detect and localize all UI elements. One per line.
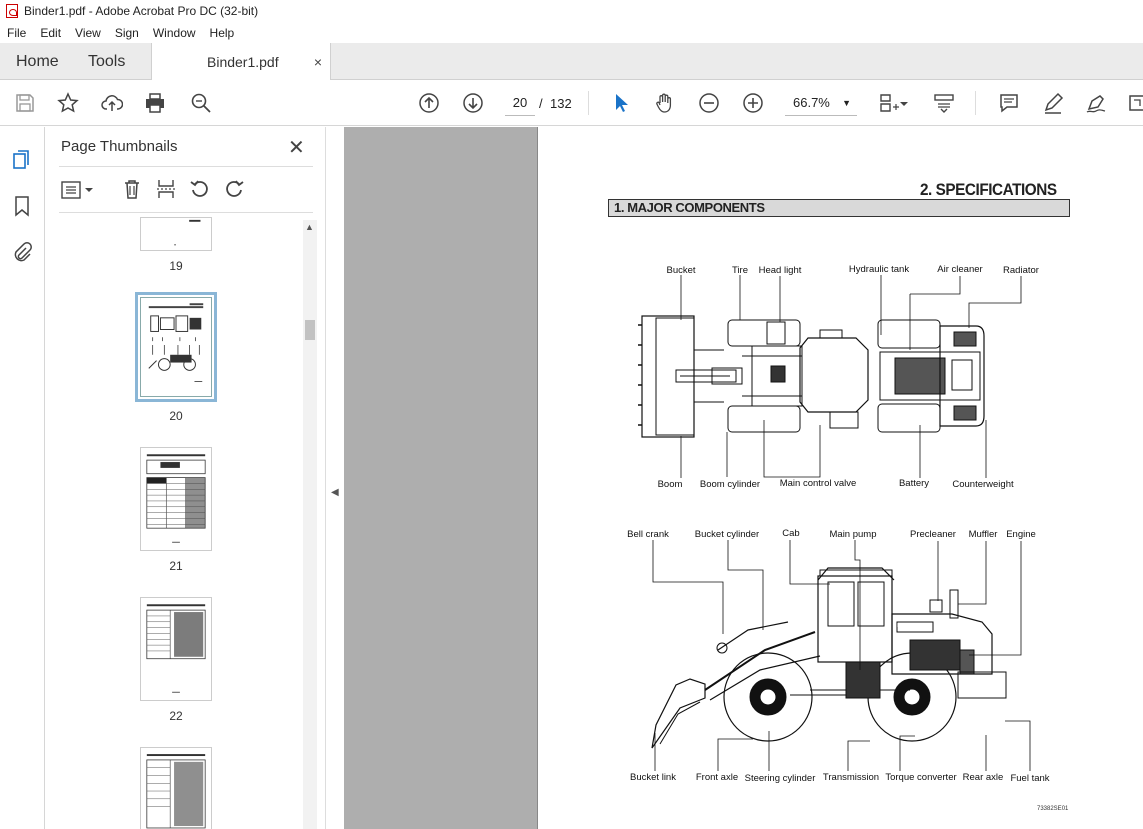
label-head-light: Head light xyxy=(758,265,802,276)
zoom-level-value: 66.7% xyxy=(793,95,830,110)
section-title: 1. MAJOR COMPONENTS xyxy=(608,199,1070,217)
star-icon[interactable] xyxy=(55,90,81,116)
window-titlebar: Binder1.pdf - Adobe Acrobat Pro DC (32-b… xyxy=(0,0,1143,22)
panel-divider xyxy=(59,166,313,167)
label-bucket: Bucket xyxy=(666,265,696,276)
page-thumbnails-icon[interactable] xyxy=(11,149,33,171)
print-icon[interactable] xyxy=(142,90,168,116)
menu-bar: File Edit View Sign Window Help xyxy=(0,22,1143,43)
label-boom-cylinder: Boom cylinder xyxy=(699,479,761,490)
page-thumbnails-panel: Page Thumbnails ✕ 19 20 21 22 xyxy=(45,127,325,829)
label-engine: Engine xyxy=(1006,529,1036,540)
label-precleaner: Precleaner xyxy=(910,529,956,540)
chevron-down-icon: ▼ xyxy=(842,98,851,108)
page-fit-dropdown-icon[interactable] xyxy=(898,90,910,116)
label-main-pump: Main pump xyxy=(829,529,877,540)
zoom-level-select[interactable]: 66.7% ▼ xyxy=(785,90,857,116)
thumbnail-list: 19 20 21 22 xyxy=(45,217,307,829)
collapse-panel-icon[interactable]: ◀ xyxy=(331,487,339,498)
panel-divider xyxy=(59,212,313,213)
label-radiator: Radiator xyxy=(1003,265,1039,276)
page-count: 132 xyxy=(550,96,572,111)
panel-splitter[interactable]: ◀ xyxy=(325,127,344,829)
figure-code: 73382SE01 xyxy=(1037,806,1069,812)
page-heading: 2. SPECIFICATIONS xyxy=(920,180,1057,199)
scroll-up-icon[interactable]: ▲ xyxy=(305,222,314,232)
toolbar-divider xyxy=(975,91,976,115)
previous-page-icon[interactable] xyxy=(416,90,442,116)
page-thumbnail-selected[interactable] xyxy=(135,292,217,402)
label-boom: Boom xyxy=(657,479,683,490)
scrollbar-thumb[interactable] xyxy=(305,320,315,340)
label-steering-cylinder: Steering cylinder xyxy=(744,773,816,784)
label-rear-axle: Rear axle xyxy=(962,772,1004,783)
label-bell-crank: Bell crank xyxy=(627,529,669,540)
thumbnail-page-number: 21 xyxy=(169,559,183,573)
more-tools-icon[interactable] xyxy=(1124,90,1143,116)
label-bucket-link: Bucket link xyxy=(630,772,676,783)
label-counterweight: Counterweight xyxy=(952,479,1014,490)
scroll-mode-icon[interactable] xyxy=(931,90,957,116)
thumbnail-page-number: 20 xyxy=(169,409,183,423)
acrobat-app-icon xyxy=(6,4,18,18)
rotate-left-icon[interactable] xyxy=(189,178,211,200)
upload-cloud-icon[interactable] xyxy=(99,90,125,116)
label-torque-converter: Torque converter xyxy=(885,772,957,783)
label-muffler: Muffler xyxy=(968,529,998,540)
tab-tools[interactable]: Tools xyxy=(88,43,125,80)
close-icon[interactable]: ✕ xyxy=(288,135,305,160)
save-icon[interactable] xyxy=(12,90,38,116)
menu-sign[interactable]: Sign xyxy=(108,26,146,40)
menu-help[interactable]: Help xyxy=(203,26,242,40)
sign-pen-icon[interactable] xyxy=(1083,90,1109,116)
attachment-paperclip-icon[interactable] xyxy=(11,241,33,263)
page-thumbnail[interactable] xyxy=(140,747,212,829)
label-main-control-valve: Main control valve xyxy=(779,478,857,489)
panel-toolbar xyxy=(59,175,313,205)
menu-view[interactable]: View xyxy=(68,26,108,40)
label-front-axle: Front axle xyxy=(695,772,739,783)
menu-edit[interactable]: Edit xyxy=(33,26,68,40)
delete-trash-icon[interactable] xyxy=(121,178,143,200)
label-transmission: Transmission xyxy=(822,772,880,783)
menu-window[interactable]: Window xyxy=(146,26,203,40)
toolbar-divider xyxy=(588,91,589,115)
label-air-cleaner: Air cleaner xyxy=(937,264,983,275)
label-bucket-cylinder: Bucket cylinder xyxy=(694,529,760,540)
tab-home[interactable]: Home xyxy=(16,43,59,80)
zoom-out-icon[interactable] xyxy=(696,90,722,116)
thumbnail-options-icon[interactable] xyxy=(61,179,95,201)
select-cursor-icon[interactable] xyxy=(608,90,634,116)
window-title: Binder1.pdf - Adobe Acrobat Pro DC (32-b… xyxy=(24,4,259,18)
search-zoom-icon[interactable] xyxy=(188,90,214,116)
navigation-rail xyxy=(0,127,45,829)
bookmark-icon[interactable] xyxy=(12,195,32,217)
label-cab: Cab xyxy=(782,528,800,539)
label-battery: Battery xyxy=(898,478,930,489)
insert-page-icon[interactable] xyxy=(155,178,177,200)
thumbnail-page-number: 22 xyxy=(169,709,183,723)
page-thumbnail[interactable] xyxy=(140,217,212,251)
label-hydraulic-tank: Hydraulic tank xyxy=(848,264,910,275)
menu-file[interactable]: File xyxy=(0,26,33,40)
current-page-input[interactable]: 20 xyxy=(505,90,535,116)
comment-icon[interactable] xyxy=(996,90,1022,116)
tab-document[interactable]: Binder1.pdf × xyxy=(151,43,331,81)
page-thumbnail[interactable] xyxy=(140,447,212,551)
thumbnail-scrollbar[interactable]: ▲ xyxy=(303,220,317,829)
page-separator: / xyxy=(539,96,543,111)
thumbnail-page-number: 19 xyxy=(169,259,183,273)
tab-document-label: Binder1.pdf xyxy=(207,54,279,70)
panel-title: Page Thumbnails xyxy=(61,138,178,155)
highlight-pen-icon[interactable] xyxy=(1040,90,1066,116)
page-thumbnail[interactable] xyxy=(140,597,212,701)
label-fuel-tank: Fuel tank xyxy=(1010,773,1050,784)
close-tab-icon[interactable]: × xyxy=(314,54,322,70)
rotate-right-icon[interactable] xyxy=(223,178,245,200)
hand-tool-icon[interactable] xyxy=(652,90,678,116)
label-tire: Tire xyxy=(731,265,749,276)
tab-bar: Home Tools Binder1.pdf × xyxy=(0,43,1143,81)
next-page-icon[interactable] xyxy=(460,90,486,116)
zoom-in-icon[interactable] xyxy=(740,90,766,116)
